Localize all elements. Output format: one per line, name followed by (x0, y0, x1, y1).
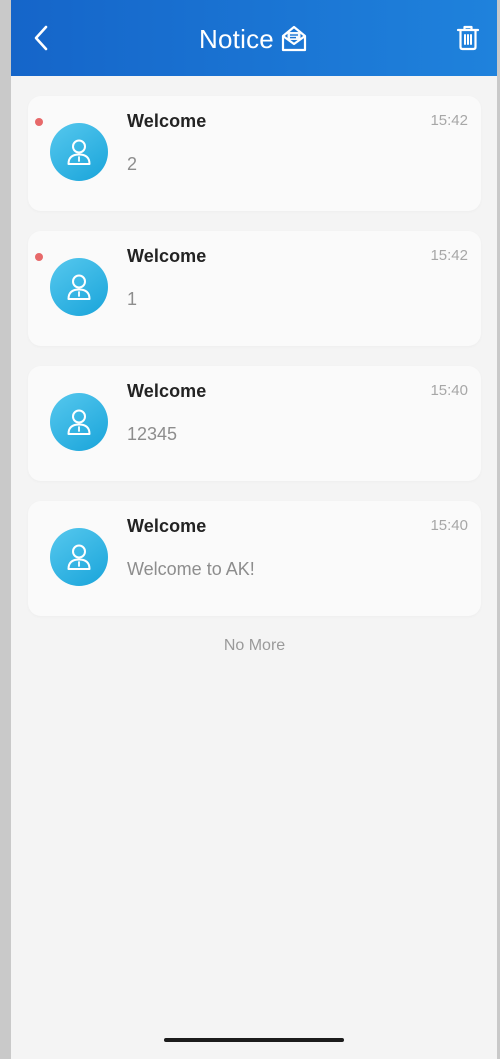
delete-all-button[interactable] (439, 0, 497, 76)
unread-dot (35, 253, 43, 261)
page-title: Notice (199, 24, 274, 54)
notice-item[interactable]: Welcome 15:40 Welcome to AK! (28, 501, 481, 616)
notice-body: 2 (127, 154, 138, 174)
trash-icon (456, 25, 480, 51)
notice-body: Welcome to AK! (127, 559, 255, 579)
avatar (50, 258, 108, 316)
notice-time: 15:40 (430, 382, 468, 399)
notice-sender: Welcome (127, 246, 207, 266)
avatar (50, 123, 108, 181)
notice-body: 1 (127, 289, 138, 309)
chevron-left-icon (34, 25, 48, 51)
notice-item[interactable]: Welcome 15:42 2 (28, 96, 481, 211)
notice-sender: Welcome (127, 381, 207, 401)
notice-time: 15:42 (430, 112, 468, 129)
avatar (50, 393, 108, 451)
open-envelope-icon[interactable] (279, 24, 309, 54)
notice-sender: Welcome (127, 516, 207, 536)
home-indicator[interactable] (164, 1038, 344, 1042)
notice-item[interactable]: Welcome 15:42 1 (28, 231, 481, 346)
notice-time: 15:42 (430, 247, 468, 264)
unread-dot (35, 118, 43, 126)
notice-item[interactable]: Welcome 15:40 12345 (28, 366, 481, 481)
header-title-group: Notice (11, 22, 497, 56)
app-header: Notice (11, 0, 497, 76)
user-icon (67, 139, 91, 165)
back-button[interactable] (11, 0, 71, 76)
avatar (50, 528, 108, 586)
user-icon (67, 409, 91, 435)
user-icon (67, 544, 91, 570)
notice-list: Welcome 15:42 2 Welcome 15:42 1 Welcome … (11, 76, 497, 655)
no-more-label: No More (223, 637, 286, 654)
user-icon (67, 274, 91, 300)
notice-body: 12345 (127, 424, 178, 444)
notice-time: 15:40 (430, 517, 468, 534)
notice-screen: Notice Welcome 15:42 2 Welcome 15:42 1 W… (11, 0, 497, 1059)
notice-sender: Welcome (127, 111, 207, 131)
